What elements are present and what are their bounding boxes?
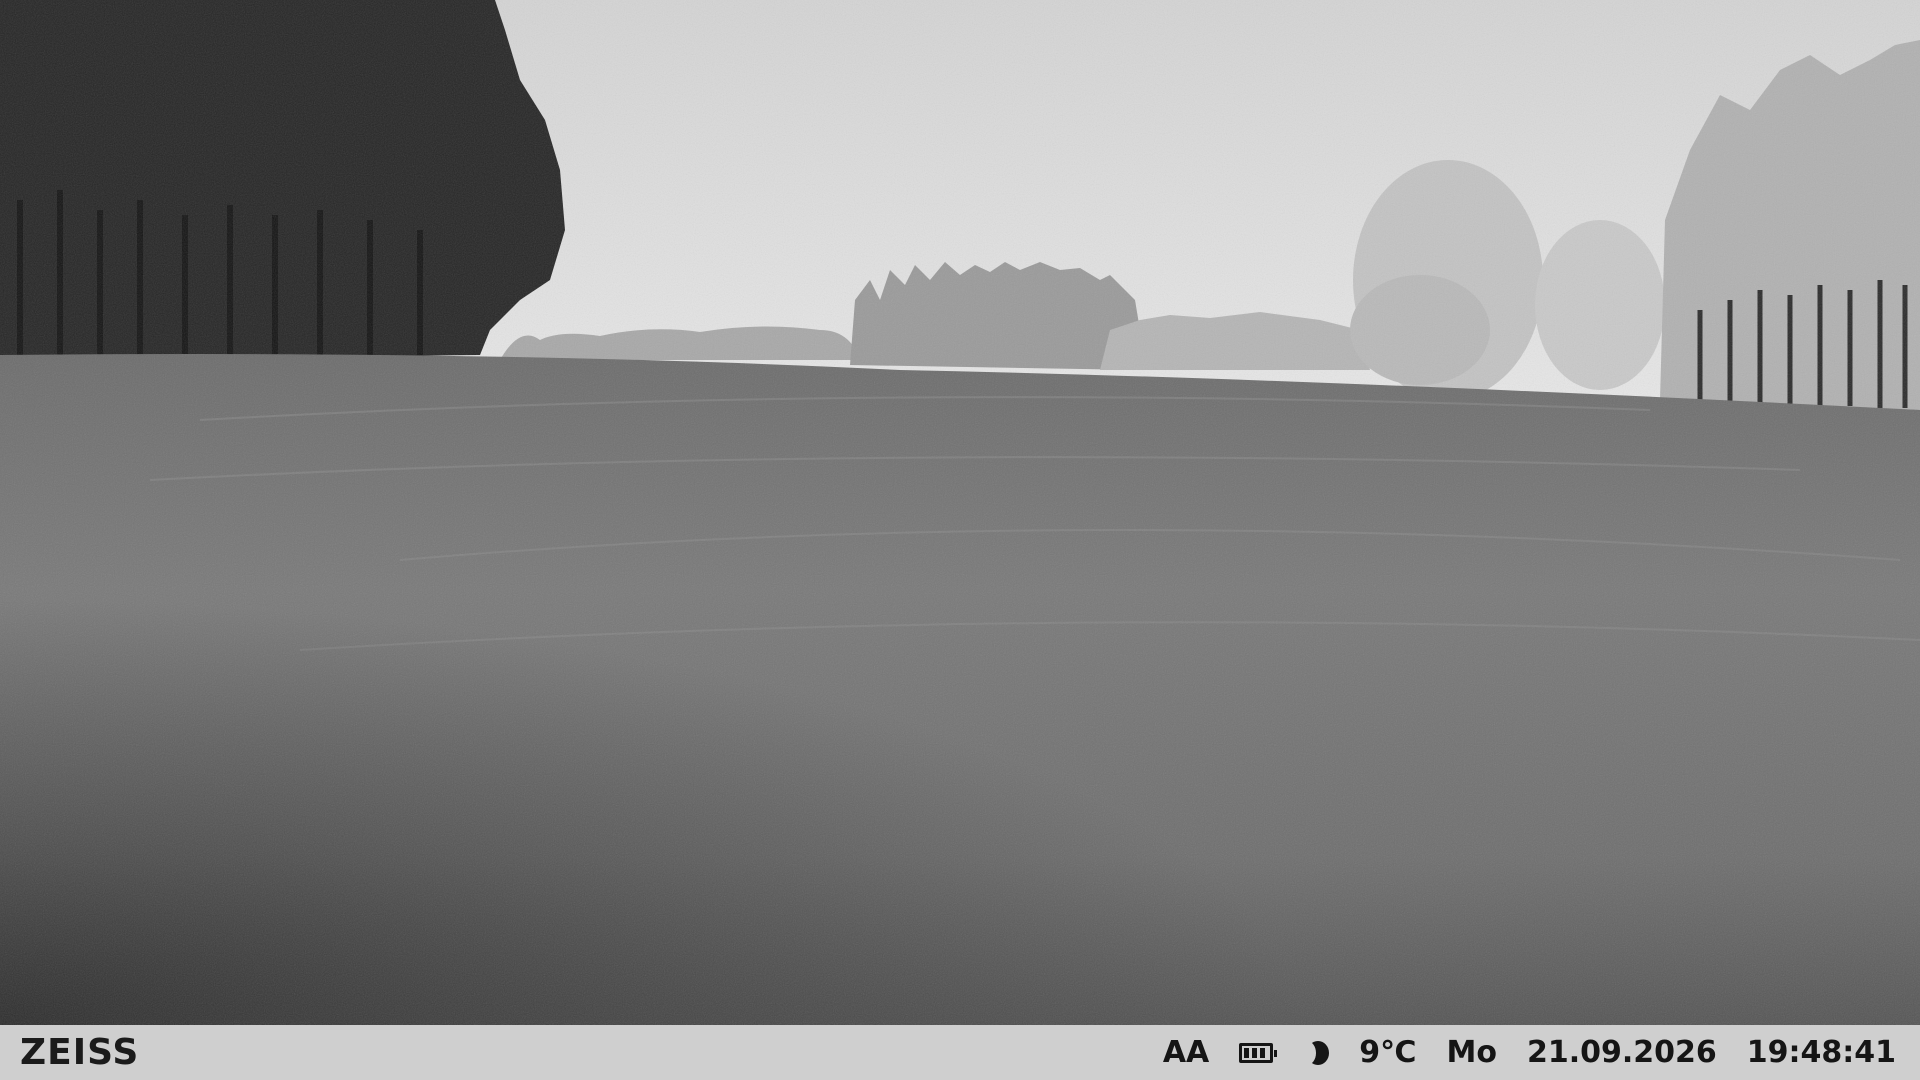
date-stamp: 21.09.2026 bbox=[1526, 1035, 1717, 1070]
brand-logo: ZEISS bbox=[20, 1032, 140, 1073]
mode-indicator: AA bbox=[1162, 1035, 1210, 1070]
infrared-field-photo bbox=[0, 0, 1920, 1025]
battery-icon bbox=[1239, 1042, 1278, 1063]
time-stamp: 19:48:41 bbox=[1746, 1035, 1896, 1070]
moon-phase-icon bbox=[1298, 1040, 1330, 1065]
camera-status-bar: ZEISS AA 9℃ Mo 21.09.2026 19:48:41 bbox=[0, 1025, 1920, 1080]
temperature-readout: 9℃ bbox=[1359, 1035, 1417, 1070]
trail-camera-frame: ZEISS AA 9℃ Mo 21.09.2026 19:48:41 bbox=[0, 0, 1920, 1080]
status-info: AA 9℃ Mo 21.09.2026 19:48:41 bbox=[1163, 1035, 1896, 1070]
weekday-label: Mo bbox=[1446, 1035, 1497, 1070]
landscape-illustration bbox=[0, 0, 1920, 1025]
